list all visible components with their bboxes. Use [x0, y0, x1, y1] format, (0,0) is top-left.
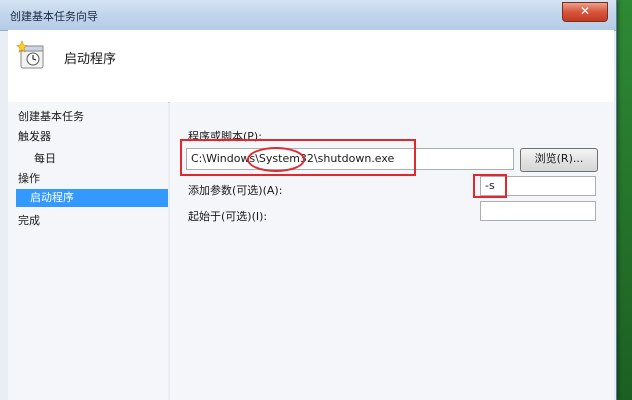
nav-step-trigger[interactable]: 触发器 — [18, 128, 51, 144]
wizard-content: 程序或脚本(P): C:\Windows\System32\shutdown.e… — [170, 102, 614, 400]
window-title: 创建基本任务向导 — [10, 10, 98, 23]
close-button[interactable]: ✕ — [562, 2, 608, 22]
wizard-window: 创建基本任务向导 ✕ 启动程序 创建基本任务 触发器 每日 操作 启动程序 完成… — [0, 0, 617, 400]
page-title: 启动程序 — [64, 52, 117, 67]
task-clock-icon — [16, 40, 44, 69]
args-label: 添加参数(可选)(A): — [188, 184, 283, 197]
nav-step-action[interactable]: 操作 — [18, 170, 40, 186]
title-bar[interactable]: 创建基本任务向导 ✕ — [0, 0, 616, 31]
start-in-input[interactable] — [480, 201, 596, 221]
wizard-header: 启动程序 — [8, 30, 614, 103]
nav-step-create-task[interactable]: 创建基本任务 — [18, 108, 84, 124]
nav-step-daily[interactable]: 每日 — [34, 150, 56, 166]
start-in-label: 起始于(可选)(I): — [188, 210, 268, 223]
nav-step-start-program[interactable]: 启动程序 — [16, 189, 168, 207]
annotation-args-box — [473, 174, 507, 198]
annotation-system32-oval — [247, 147, 305, 172]
browse-button[interactable]: 浏览(R)... — [520, 148, 598, 172]
nav-step-finish[interactable]: 完成 — [18, 212, 40, 228]
wizard-step-nav: 创建基本任务 触发器 每日 操作 启动程序 完成 — [8, 102, 168, 400]
